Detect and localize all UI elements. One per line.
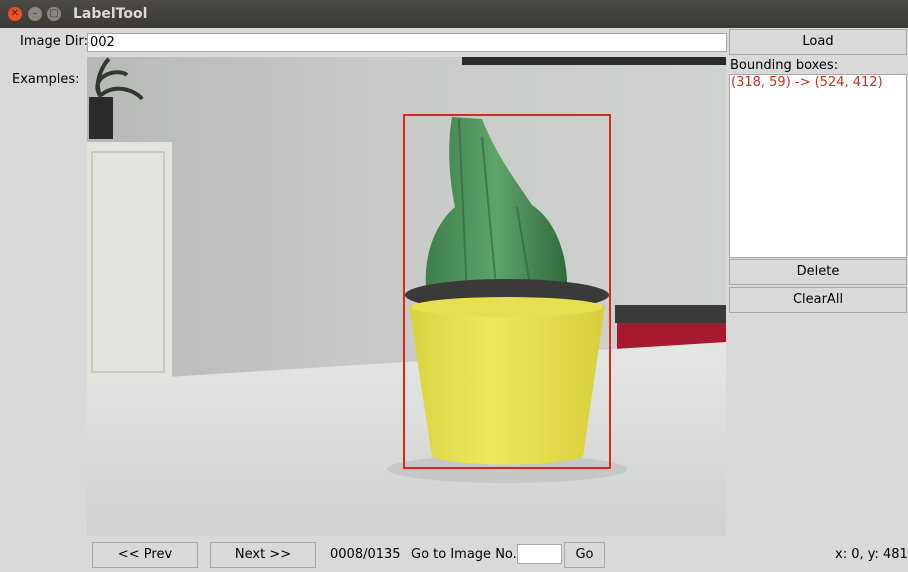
maximize-icon[interactable]: □ — [47, 7, 61, 21]
bounding-box-list[interactable]: (318, 59) -> (524, 412) — [729, 74, 907, 258]
goto-input[interactable] — [517, 544, 562, 564]
minimize-icon[interactable]: – — [28, 7, 42, 21]
go-button[interactable]: Go — [564, 542, 605, 568]
examples-label: Examples: — [12, 72, 80, 87]
load-button[interactable]: Load — [729, 29, 907, 55]
next-button[interactable]: Next >> — [210, 542, 316, 568]
coordinate-readout: x: 0, y: 481 — [835, 547, 908, 562]
image-dir-label: Image Dir: — [20, 34, 88, 49]
clear-all-button[interactable]: ClearAll — [729, 287, 907, 313]
image-canvas[interactable] — [87, 57, 726, 536]
progress-counter: 0008/0135 — [330, 547, 401, 562]
prev-button[interactable]: << Prev — [92, 542, 198, 568]
image-dir-input[interactable] — [87, 33, 727, 52]
list-item[interactable]: (318, 59) -> (524, 412) — [730, 75, 906, 90]
bounding-boxes-label: Bounding boxes: — [730, 58, 839, 73]
goto-label: Go to Image No. — [411, 547, 517, 562]
cactus-photo — [87, 57, 726, 536]
title-bar: ✕ – □ LabelTool — [0, 0, 908, 28]
delete-button[interactable]: Delete — [729, 259, 907, 285]
window-title: LabelTool — [73, 6, 148, 22]
close-icon[interactable]: ✕ — [8, 7, 22, 21]
